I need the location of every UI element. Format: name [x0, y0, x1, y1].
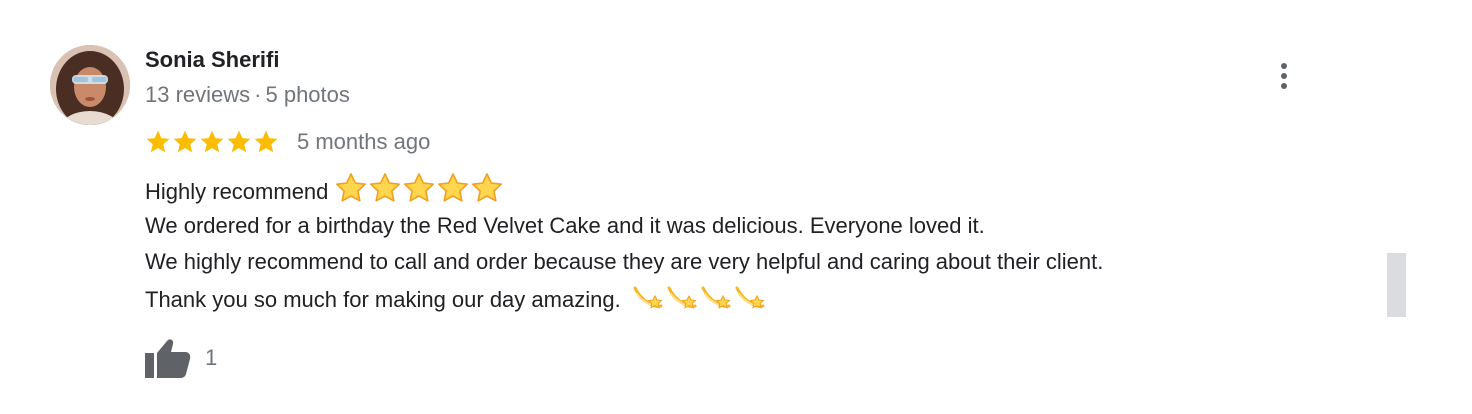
more-vert-icon	[1281, 63, 1287, 89]
like-count: 1	[205, 345, 218, 370]
avatar[interactable]	[50, 45, 130, 125]
star-emoji	[472, 173, 503, 202]
author-meta: 13 reviews · 5 photos	[145, 81, 350, 109]
review-line-text: Thank you so much for making our day ama…	[145, 287, 621, 312]
scrollbar-thumb[interactable]	[1387, 253, 1406, 317]
more-options-button[interactable]	[1270, 60, 1298, 94]
star-emoji-group	[334, 172, 504, 204]
meta-separator: ·	[254, 82, 262, 107]
dizzy-emoji	[735, 286, 765, 309]
review-line: We highly recommend to call and order be…	[145, 249, 1104, 274]
star-icon	[227, 130, 251, 153]
avatar-photo	[50, 45, 130, 125]
dizzy-emoji	[667, 286, 697, 309]
review-text: Highly recommend We ordered for a birthd…	[145, 172, 1103, 316]
author-photo-count: 5 photos	[265, 82, 350, 107]
review-line-text: Highly recommend	[145, 179, 329, 204]
author-review-count: 13 reviews	[145, 82, 251, 107]
review-line: Thank you so much for making our day ama…	[145, 280, 1103, 316]
review-card: Sonia Sherifi 13 reviews · 5 photos 5 mont…	[0, 0, 1472, 414]
dizzy-emoji	[701, 286, 731, 309]
thumbs-up-icon	[145, 339, 191, 378]
star-emoji	[404, 173, 435, 202]
like-button[interactable]: 1	[145, 337, 217, 379]
star-rating	[145, 129, 279, 155]
review-line: We ordered for a birthday the Red Velvet…	[145, 213, 985, 238]
star-icon	[254, 130, 278, 153]
dizzy-emoji	[633, 286, 663, 309]
dizzy-emoji-group	[631, 280, 767, 312]
star-emoji	[438, 173, 469, 202]
review-timestamp: 5 months ago	[297, 129, 431, 154]
review-line: Highly recommend	[145, 172, 1103, 208]
rating-row: 5 months ago	[145, 127, 430, 157]
star-icon	[200, 130, 224, 153]
star-icon	[146, 130, 170, 153]
star-emoji	[370, 173, 401, 202]
star-icon	[173, 130, 197, 153]
star-emoji	[336, 173, 367, 202]
author-name[interactable]: Sonia Sherifi	[145, 46, 279, 74]
